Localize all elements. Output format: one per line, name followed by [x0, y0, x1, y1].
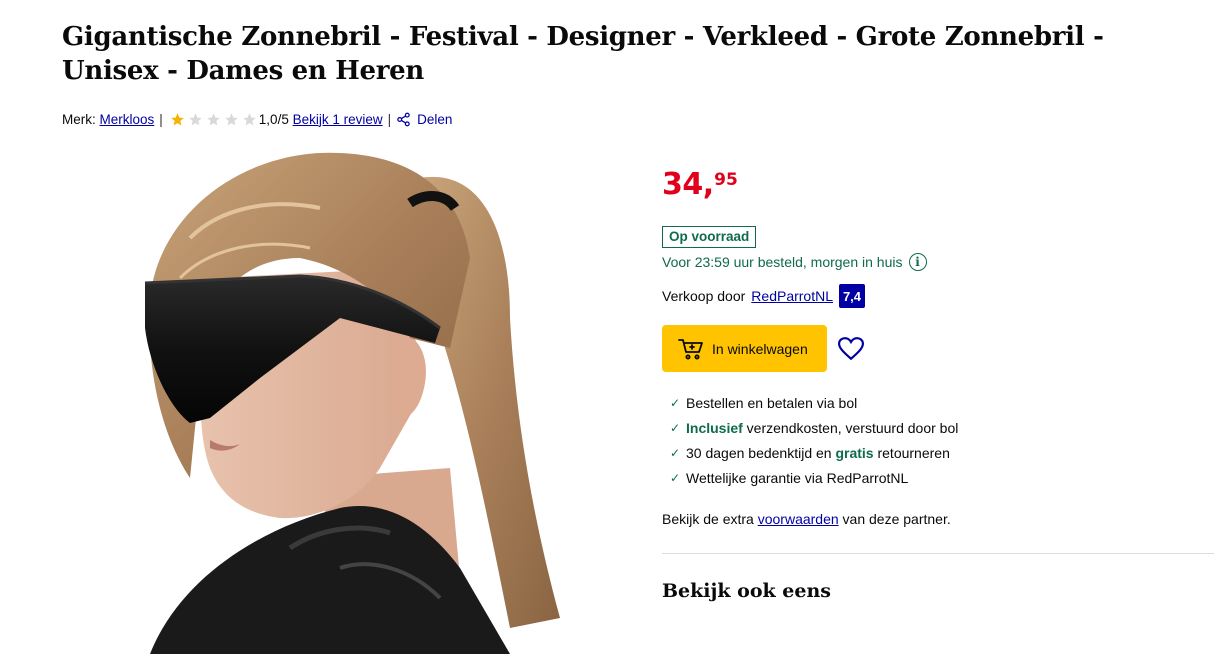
seller-score-badge[interactable]: 7,4	[839, 284, 865, 308]
check-icon: ✓	[670, 445, 681, 460]
usp-text: 30 dagen bedenktijd en	[686, 444, 836, 461]
price-comma: ,	[702, 167, 715, 202]
rating-stars	[170, 112, 257, 127]
seller-link[interactable]: RedParrotNL	[751, 288, 833, 304]
review-link[interactable]: Bekijk 1 review	[293, 112, 383, 127]
stock-badge: Op voorraad	[662, 226, 757, 248]
usp-text: Bestellen en betalen via bol	[686, 394, 858, 411]
product-meta-row: Merk: Merkloos | 1,0/5 Bekijk 1 review |…	[62, 110, 452, 128]
see-also-heading: Bekijk ook eens	[662, 580, 831, 602]
usp-item: ✓ 30 dagen bedenktijd en gratis retourne…	[670, 440, 958, 465]
usp-text: Wettelijke garantie via RedParrotNL	[686, 469, 909, 486]
product-photo	[144, 152, 560, 654]
usp-text: retourneren	[873, 444, 950, 461]
usp-bold: gratis	[835, 444, 874, 461]
share-label: Delen	[417, 111, 453, 127]
usp-item: ✓ Inclusief verzendkosten, verstuurd doo…	[670, 415, 958, 440]
share-button[interactable]: Delen	[396, 112, 452, 127]
price-euros: 34	[662, 167, 703, 202]
terms-pre: Bekijk de extra	[662, 511, 758, 527]
check-icon: ✓	[670, 470, 681, 485]
usp-item: ✓ Wettelijke garantie via RedParrotNL	[670, 465, 958, 490]
star-icon	[225, 112, 238, 125]
price-cents: 95	[714, 170, 738, 190]
brand-label: Merk:	[62, 111, 96, 127]
separator: |	[159, 111, 163, 127]
check-icon: ✓	[670, 395, 681, 410]
brand-link[interactable]: Merkloos	[100, 112, 155, 127]
delivery-info: Voor 23:59 uur besteld, morgen in huis i	[662, 253, 927, 271]
partner-terms: Bekijk de extra voorwaarden van deze par…	[662, 511, 951, 527]
add-to-cart-label: In winkelwagen	[712, 340, 808, 357]
add-to-cart-button[interactable]: In winkelwagen	[662, 325, 827, 372]
star-icon	[171, 112, 184, 125]
divider	[662, 553, 1214, 554]
info-icon[interactable]: i	[908, 253, 927, 271]
star-icon	[243, 112, 256, 125]
usp-list: ✓ Bestellen en betalen via bol ✓ Inclusi…	[670, 390, 958, 490]
rating-text: 1,0/5	[258, 111, 289, 127]
delivery-text: Voor 23:59 uur besteld, morgen in huis	[662, 254, 903, 270]
share-icon	[397, 112, 410, 126]
star-icon	[207, 112, 220, 125]
seller-info: Verkoop door RedParrotNL 7,4	[662, 284, 865, 308]
cart-icon	[678, 338, 703, 359]
seller-label: Verkoop door	[662, 288, 746, 304]
usp-item: ✓ Bestellen en betalen via bol	[670, 390, 958, 415]
usp-bold: Inclusief	[686, 419, 743, 436]
separator: |	[387, 111, 392, 127]
terms-link[interactable]: voorwaarden	[758, 511, 839, 527]
terms-post: van deze partner.	[838, 511, 951, 527]
wishlist-heart-icon[interactable]	[838, 337, 864, 361]
usp-text: verzendkosten, verstuurd door bol	[742, 419, 959, 436]
star-icon	[189, 112, 202, 125]
product-image[interactable]	[90, 148, 620, 654]
product-title: Gigantische Zonnebril - Festival - Desig…	[62, 22, 1104, 86]
price: 34, 95	[662, 166, 738, 204]
check-icon: ✓	[670, 420, 681, 435]
